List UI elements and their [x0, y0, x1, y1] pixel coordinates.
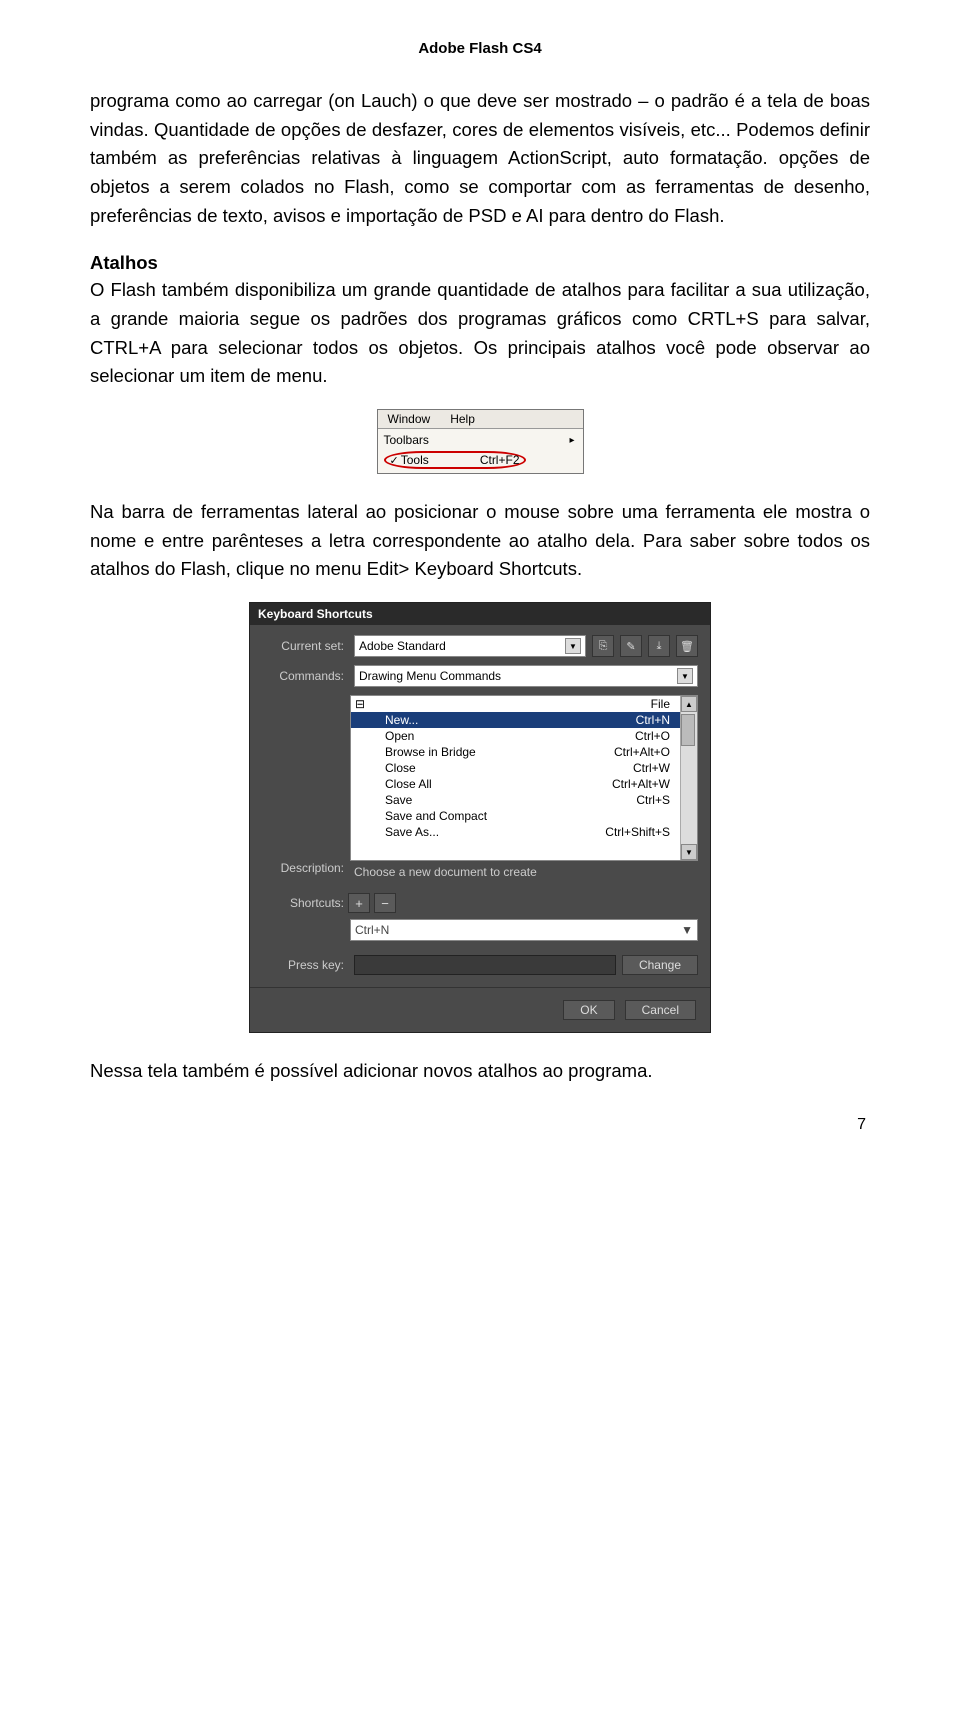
commands-label: Commands:	[262, 669, 348, 683]
press-key-input[interactable]	[354, 955, 616, 975]
cancel-button[interactable]: Cancel	[625, 1000, 696, 1020]
dropdown-caret-icon: ▼	[677, 668, 693, 684]
ok-button[interactable]: OK	[563, 1000, 614, 1020]
tree-item-name: Browse in Bridge	[385, 745, 476, 759]
page-number: 7	[90, 1116, 870, 1134]
delete-set-icon[interactable]: 🗑	[676, 635, 698, 657]
shortcut-value: Ctrl+N	[355, 923, 389, 937]
tree-scrollbar[interactable]: ▲ ▼	[680, 696, 697, 860]
current-set-value: Adobe Standard	[359, 639, 446, 653]
tree-item-shortcut: Ctrl+Alt+O	[614, 745, 670, 759]
paragraph-3: Na barra de ferramentas lateral ao posic…	[90, 498, 870, 584]
tree-item-name: Save and Compact	[385, 809, 487, 823]
tree-item-name: Close All	[385, 777, 432, 791]
tree-item-shortcut: Ctrl+O	[635, 729, 670, 743]
tree-item-name: Open	[385, 729, 414, 743]
tree-item-name: Save As...	[385, 825, 439, 839]
description-label: Description:	[262, 861, 348, 889]
menu-help[interactable]: Help	[440, 410, 485, 428]
commands-select[interactable]: Drawing Menu Commands ▼	[354, 665, 698, 687]
press-key-label: Press key:	[262, 958, 348, 972]
tree-item-shortcut: Ctrl+Alt+W	[612, 777, 670, 791]
dialog-title: Keyboard Shortcuts	[250, 603, 710, 625]
tree-item[interactable]: Save As... Ctrl+Shift+S	[351, 824, 680, 840]
commands-tree[interactable]: File New...Ctrl+NOpenCtrl+OBrowse in Bri…	[350, 695, 698, 861]
tree-item[interactable]: Browse in Bridge Ctrl+Alt+O	[351, 744, 680, 760]
menu-toolbars-label: Toolbars	[384, 433, 429, 447]
paragraph-2: O Flash também disponibiliza um grande q…	[90, 276, 870, 391]
section-atalhos: Atalhos	[90, 252, 870, 274]
submenu: Toolbars ▸ Tools Ctrl+F2	[378, 429, 583, 473]
dropdown-caret-icon: ▼	[565, 638, 581, 654]
menu-tools-shortcut: Ctrl+F2	[480, 453, 520, 467]
description-value: Choose a new document to create	[352, 861, 537, 889]
tree-item-shortcut: Ctrl+N	[636, 713, 670, 727]
remove-shortcut-button[interactable]: −	[374, 893, 396, 913]
current-set-select[interactable]: Adobe Standard ▼	[354, 635, 586, 657]
checkmark-icon: Tools	[390, 453, 429, 467]
rename-set-icon[interactable]: ✎	[620, 635, 642, 657]
tree-item[interactable]: New... Ctrl+N	[351, 712, 680, 728]
tree-item-name: Save	[385, 793, 412, 807]
scroll-thumb[interactable]	[681, 714, 695, 746]
tree-item-shortcut: Ctrl+Shift+S	[605, 825, 670, 839]
highlighted-ring: Tools Ctrl+F2	[384, 451, 526, 469]
menu-screenshot: Window Help Toolbars ▸ Tools Ctrl+F2	[377, 409, 584, 474]
tree-item-shortcut: Ctrl+W	[633, 761, 670, 775]
menu-bar: Window Help	[378, 410, 583, 429]
tree-item[interactable]: Close Ctrl+W	[351, 760, 680, 776]
keyboard-shortcuts-dialog: Keyboard Shortcuts Current set: Adobe St…	[249, 602, 711, 1033]
shortcut-field[interactable]: Ctrl+N ▼	[350, 919, 698, 941]
tree-item[interactable]: Open Ctrl+O	[351, 728, 680, 744]
tree-item-shortcut: Ctrl+S	[636, 793, 670, 807]
tree-item[interactable]: Close All Ctrl+Alt+W	[351, 776, 680, 792]
scroll-up-icon[interactable]: ▲	[681, 696, 697, 712]
dropdown-caret-icon: ▼	[681, 923, 693, 937]
duplicate-set-icon[interactable]: ⎘	[592, 635, 614, 657]
current-set-label: Current set:	[262, 639, 348, 653]
menu-toolbars[interactable]: Toolbars ▸	[378, 431, 583, 449]
change-button[interactable]: Change	[622, 955, 698, 975]
tree-item-name: New...	[385, 713, 418, 727]
add-shortcut-button[interactable]: +	[348, 893, 370, 913]
menu-tools-row[interactable]: Tools Ctrl+F2	[378, 449, 583, 471]
shortcuts-label: Shortcuts:	[262, 896, 348, 910]
submenu-arrow-icon: ▸	[569, 435, 574, 446]
tree-item-name: Close	[385, 761, 416, 775]
tree-item[interactable]: Save Ctrl+S	[351, 792, 680, 808]
commands-value: Drawing Menu Commands	[359, 669, 501, 683]
document-title: Adobe Flash CS4	[90, 40, 870, 57]
tree-item[interactable]: Save and Compact	[351, 808, 680, 824]
menu-window[interactable]: Window	[378, 410, 441, 428]
export-set-icon[interactable]: ⤓	[648, 635, 670, 657]
tree-file-group[interactable]: File	[351, 696, 680, 712]
paragraph-1: programa como ao carregar (on Lauch) o q…	[90, 87, 870, 230]
scroll-down-icon[interactable]: ▼	[681, 844, 697, 860]
paragraph-4: Nessa tela também é possível adicionar n…	[90, 1057, 870, 1086]
